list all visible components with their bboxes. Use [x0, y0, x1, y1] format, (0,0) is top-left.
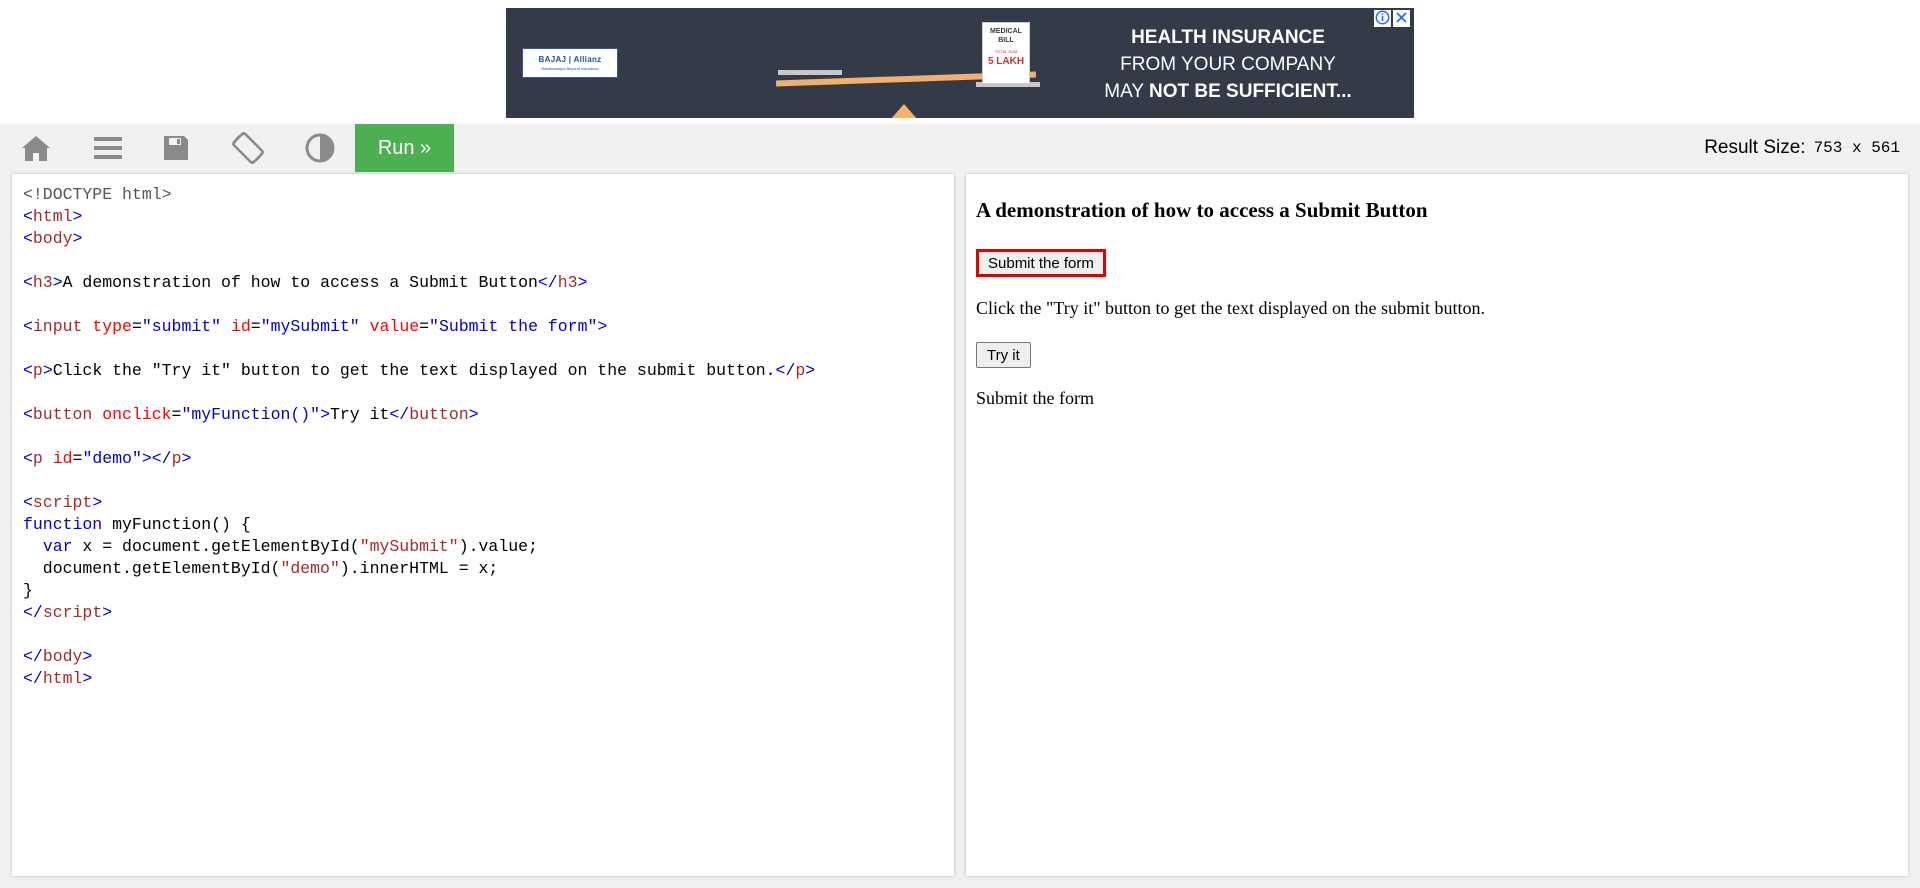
- result-size: Result Size: 753 x 561: [1704, 124, 1900, 172]
- code-text[interactable]: <!DOCTYPE html> <html> <body> <h3>A demo…: [12, 174, 954, 690]
- ad-line1: HEALTH INSURANCE: [1131, 27, 1325, 48]
- home-icon[interactable]: [12, 124, 60, 172]
- menu-icon[interactable]: [84, 124, 132, 172]
- ad-bill-small: TOTAL SUM: [994, 49, 1018, 54]
- ad-bill-title: MEDICAL BILL: [990, 28, 1022, 44]
- ad-medical-bill: MEDICAL BILL TOTAL SUM 5 LAKH: [982, 22, 1030, 84]
- run-button[interactable]: Run »: [355, 124, 454, 172]
- save-icon[interactable]: [152, 124, 200, 172]
- rotate-icon[interactable]: [224, 124, 272, 172]
- demo-output: Submit the form: [976, 388, 1094, 408]
- close-icon[interactable]: [1393, 10, 1410, 27]
- ad-line3-prefix: MAY: [1104, 81, 1149, 102]
- result-heading: A demonstration of how to access a Submi…: [976, 198, 1428, 222]
- result-frame: A demonstration of how to access a Submi…: [966, 174, 1908, 876]
- result-size-label: Result Size:: [1704, 137, 1806, 158]
- ad-seesaw-left-pan: [778, 70, 842, 75]
- ad-logo-tagline: Relationships Beyond Insurance: [541, 66, 599, 71]
- ad-seesaw-fulcrum: [890, 104, 918, 118]
- ad-banner[interactable]: BAJAJ | Allianz Relationships Beyond Ins…: [506, 8, 1414, 118]
- ad-line2: FROM YOUR COMPANY: [1120, 54, 1336, 75]
- ad-logo: BAJAJ | Allianz Relationships Beyond Ins…: [522, 48, 618, 78]
- ad-controls: [1374, 10, 1410, 27]
- result-size-value: 753 x 561: [1813, 139, 1900, 157]
- try-it-button[interactable]: Try it: [976, 342, 1031, 368]
- ad-bill-amount: 5 LAKH: [987, 56, 1025, 67]
- result-paragraph: Click the "Try it" button to get the tex…: [976, 298, 1486, 318]
- info-icon[interactable]: [1374, 10, 1391, 27]
- contrast-icon[interactable]: [296, 124, 344, 172]
- code-editor[interactable]: <!DOCTYPE html> <html> <body> <h3>A demo…: [12, 174, 954, 876]
- submit-the-form-button[interactable]: Submit the form: [976, 249, 1106, 277]
- ad-logo-text: BAJAJ | Allianz: [538, 55, 602, 64]
- toolbar: Run » Result Size: 753 x 561: [0, 124, 1920, 172]
- ad-headline: HEALTH INSURANCE FROM YOUR COMPANY MAY N…: [1078, 24, 1378, 105]
- ad-line3-bold: NOT BE SUFFICIENT...: [1149, 81, 1352, 102]
